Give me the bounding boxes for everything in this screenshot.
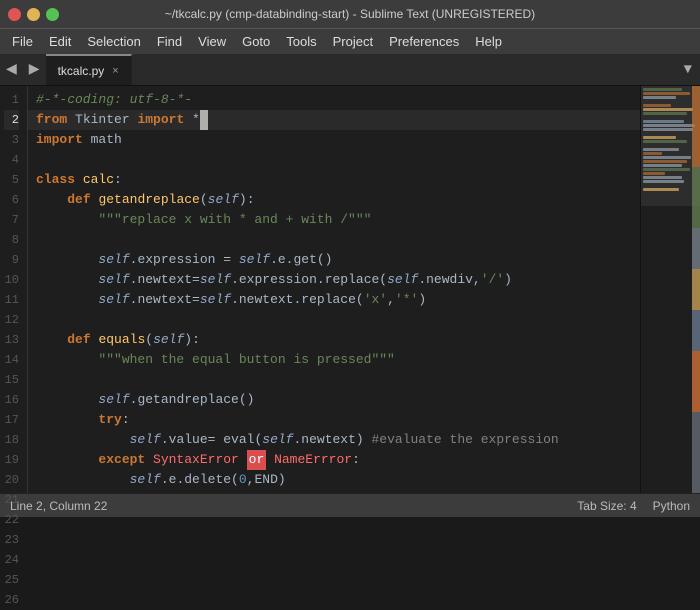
tabbar: ◀ ▶ tkcalc.py × ▼ xyxy=(0,54,700,86)
line-numbers: 1 2 3 4 5 6 7 8 9 10 11 12 13 14 15 16 1… xyxy=(0,86,28,493)
tab-dropdown-button[interactable]: ▼ xyxy=(676,62,700,78)
tab-back-button[interactable]: ◀ xyxy=(0,54,23,85)
code-line-15 xyxy=(28,370,640,390)
status-language[interactable]: Python xyxy=(653,499,690,513)
tab-label: tkcalc.py xyxy=(58,64,105,78)
menu-preferences[interactable]: Preferences xyxy=(381,31,467,52)
menu-project[interactable]: Project xyxy=(325,31,381,52)
line-num-9: 9 xyxy=(4,250,19,270)
code-line-5: class calc : xyxy=(28,170,640,190)
code-line-13: def equals ( self ): xyxy=(28,330,640,350)
code-line-14: """when the equal button is pressed""" xyxy=(28,350,640,370)
line-num-8: 8 xyxy=(4,230,19,250)
line-num-7: 7 xyxy=(4,210,19,230)
status-tab-size[interactable]: Tab Size: 4 xyxy=(577,499,636,513)
line-num-6: 6 xyxy=(4,190,19,210)
line-num-13: 13 xyxy=(4,330,19,350)
line-num-19: 19 xyxy=(4,450,19,470)
line-num-25: 25 xyxy=(4,570,19,590)
line-num-3: 3 xyxy=(4,130,19,150)
code-line-20: self .e.delete( 0 ,END) xyxy=(28,470,640,490)
line-num-1: 1 xyxy=(4,90,19,110)
menu-help[interactable]: Help xyxy=(467,31,510,52)
code-line-1: #-*-coding: utf-8-*- xyxy=(28,90,640,110)
line-num-12: 12 xyxy=(4,310,19,330)
tab-close-button[interactable]: × xyxy=(112,65,118,77)
menu-find[interactable]: Find xyxy=(149,31,190,52)
menu-file[interactable]: File xyxy=(4,31,41,52)
line-num-26: 26 xyxy=(4,590,19,610)
line-num-4: 4 xyxy=(4,150,19,170)
menubar: File Edit Selection Find View Goto Tools… xyxy=(0,28,700,54)
line-num-14: 14 xyxy=(4,350,19,370)
code-editor[interactable]: #-*-coding: utf-8-*- from Tkinter import… xyxy=(28,86,640,493)
line-num-15: 15 xyxy=(4,370,19,390)
code-line-3: import math xyxy=(28,130,640,150)
tab-forward-button[interactable]: ▶ xyxy=(23,54,46,85)
line-num-10: 10 xyxy=(4,270,19,290)
tab-tkcalc[interactable]: tkcalc.py × xyxy=(46,54,132,85)
window-title: ~/tkcalc.py (cmp-databinding-start) - Su… xyxy=(165,7,535,21)
menu-view[interactable]: View xyxy=(190,31,234,52)
line-num-24: 24 xyxy=(4,550,19,570)
line-num-20: 20 xyxy=(4,470,19,490)
line-num-18: 18 xyxy=(4,430,19,450)
code-line-16: self .getandreplace() xyxy=(28,390,640,410)
code-line-19: except SyntaxError or NameErrror : xyxy=(28,450,640,470)
menu-goto[interactable]: Goto xyxy=(234,31,278,52)
minimap-colorstrip xyxy=(692,86,700,493)
code-line-11: self .newtext= self .newtext.replace( 'x… xyxy=(28,290,640,310)
statusbar: Line 2, Column 22 Tab Size: 4 Python xyxy=(0,493,700,517)
code-line-4 xyxy=(28,150,640,170)
code-line-7: """replace x with * and + with /""" xyxy=(28,210,640,230)
minimap[interactable] xyxy=(640,86,700,493)
minimize-button[interactable] xyxy=(27,8,40,21)
line-num-17: 17 xyxy=(4,410,19,430)
code-line-2: from Tkinter import * xyxy=(28,110,640,130)
line-num-2: 2 xyxy=(4,110,19,130)
line-num-23: 23 xyxy=(4,530,19,550)
status-right: Tab Size: 4 Python xyxy=(577,499,690,513)
code-line-12 xyxy=(28,310,640,330)
close-button[interactable] xyxy=(8,8,21,21)
code-line-21: self .e.insert( 0 , 'Invalid Input!' ) xyxy=(28,490,640,493)
line-num-16: 16 xyxy=(4,390,19,410)
code-line-8 xyxy=(28,230,640,250)
menu-edit[interactable]: Edit xyxy=(41,31,79,52)
window-controls xyxy=(8,8,59,21)
code-line-10: self .newtext= self .expression.replace(… xyxy=(28,270,640,290)
editor-container: 1 2 3 4 5 6 7 8 9 10 11 12 13 14 15 16 1… xyxy=(0,86,700,493)
line-num-22: 22 xyxy=(4,510,19,530)
menu-tools[interactable]: Tools xyxy=(278,31,324,52)
code-line-6: def getandreplace ( self ): xyxy=(28,190,640,210)
line-num-5: 5 xyxy=(4,170,19,190)
code-line-18: self .value= eval( self .newtext) #evalu… xyxy=(28,430,640,450)
titlebar: ~/tkcalc.py (cmp-databinding-start) - Su… xyxy=(0,0,700,28)
maximize-button[interactable] xyxy=(46,8,59,21)
code-line-9: self .expression = self .e.get() xyxy=(28,250,640,270)
code-line-17: try : xyxy=(28,410,640,430)
line-num-11: 11 xyxy=(4,290,19,310)
status-position: Line 2, Column 22 xyxy=(10,499,577,513)
menu-selection[interactable]: Selection xyxy=(79,31,148,52)
